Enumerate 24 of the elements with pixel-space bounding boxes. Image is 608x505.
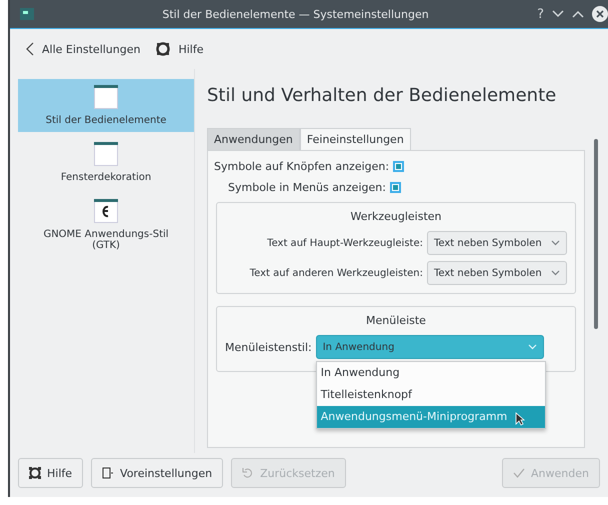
tab[interactable]: Anwendungen <box>207 128 300 150</box>
dropdown[interactable]: In Anwendung <box>316 335 544 359</box>
dropdown[interactable]: Text neben Symbolen <box>427 231 567 255</box>
group-title: Menüleiste <box>365 313 427 329</box>
tab[interactable]: Feineinstellungen <box>300 128 411 150</box>
group-title: Werkzeugleisten <box>349 209 443 225</box>
field-label: Text auf anderen Werkzeugleisten: <box>250 268 423 278</box>
dropdown[interactable]: Text neben Symbolen <box>427 261 567 285</box>
help-button[interactable]: Hilfe <box>154 39 206 59</box>
help-button[interactable]: ? <box>537 6 544 22</box>
menu-item[interactable]: Titelleistenknopf <box>316 384 545 406</box>
field-label: Text auf Haupt-Werkzeugleiste: <box>266 238 423 248</box>
sidebar-item[interactable]: GNOME Anwendungs-Stil (GTK) <box>18 193 194 257</box>
back-button[interactable]: Alle Einstellungen <box>24 39 142 59</box>
sidebar-item[interactable]: Fensterdekoration <box>18 136 194 189</box>
field-label: Menüleistenstil: <box>225 340 312 354</box>
dialog-button[interactable]: Hilfe <box>18 458 84 488</box>
dialog-button[interactable]: Voreinstellungen <box>91 458 224 488</box>
window-title: Stil der Bedienelemente — Systemeinstellungen <box>161 8 430 20</box>
checkbox-label: Symbole in Menüs anzeigen: <box>228 181 386 194</box>
page-heading: Stil und Verhalten der Bedienelemente <box>207 85 558 106</box>
checkbox-label: Symbole auf Knöpfen anzeigen: <box>214 160 390 173</box>
menu-item[interactable]: In Anwendung <box>316 362 545 384</box>
sidebar-item[interactable]: Stil der Bedienelemente <box>18 79 194 132</box>
